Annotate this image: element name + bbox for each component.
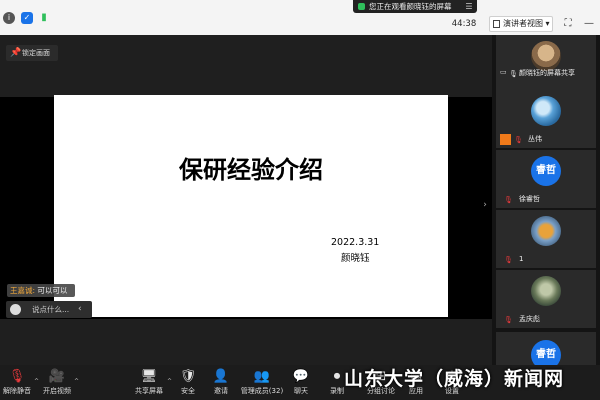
chat-button[interactable]: 💬 聊天 bbox=[292, 368, 310, 398]
slide-date: 2022.3.31 bbox=[331, 237, 380, 248]
chevron-up-icon[interactable]: ^ bbox=[167, 378, 172, 385]
avatar bbox=[531, 96, 561, 126]
chevron-down-icon: ▾ bbox=[545, 19, 550, 28]
participant-tile[interactable]: 🎙 孟庆彪 bbox=[496, 270, 596, 328]
share-screen-icon: 🖥 bbox=[140, 369, 158, 384]
add-user-icon: 👤 bbox=[212, 369, 230, 384]
participant-name: 🎙 颜晓钰的屏幕共享 bbox=[509, 69, 575, 78]
chat-icon: 💬 bbox=[292, 369, 310, 384]
participant-name: 🎙 丛伟 bbox=[500, 134, 542, 145]
collapse-panel-icon[interactable]: › bbox=[480, 200, 490, 214]
chevron-up-icon[interactable]: ^ bbox=[74, 378, 79, 385]
start-video-button[interactable]: 🎥 开启视频 bbox=[42, 368, 72, 398]
emoji-icon[interactable] bbox=[10, 304, 21, 315]
avatar bbox=[531, 276, 561, 306]
shield-icon[interactable]: ✓ bbox=[21, 12, 33, 24]
watermark: 山东大学（威海）新闻网 bbox=[344, 368, 565, 390]
minimize-icon[interactable]: — bbox=[582, 17, 596, 31]
unmute-button[interactable]: 🎙 解除静音 bbox=[2, 368, 32, 398]
slide-title: 保研经验介绍 bbox=[179, 156, 323, 184]
participant-tile[interactable]: ▭ 🎙 颜晓钰的屏幕共享 bbox=[496, 35, 596, 93]
avatar bbox=[531, 41, 561, 71]
mic-muted-icon: 🎙 bbox=[504, 256, 513, 264]
chat-bubble: 王嘉诚: 可以可以 bbox=[7, 284, 75, 297]
sharing-banner-text: 您正在观看颜晓钰的屏幕 bbox=[369, 2, 452, 11]
mic-muted-icon: 🎙 bbox=[8, 369, 26, 384]
shared-screen-area: 📌 锁定画面 保研经验介绍 2022.3.31 颜晓钰 › 王嘉诚: 可以可以 … bbox=[0, 35, 492, 365]
sharing-banner[interactable]: 您正在观看颜晓钰的屏幕 bbox=[353, 0, 477, 13]
info-icon[interactable]: i bbox=[3, 12, 15, 24]
meeting-timer: 44:38 bbox=[451, 19, 477, 29]
shield-icon: 🛡 bbox=[179, 369, 197, 384]
lock-view-label: 锁定画面 bbox=[22, 49, 50, 57]
participant-panel: ▭ 🎙 颜晓钰的屏幕共享 🎙 丛伟 睿哲 🎙 徐睿哲 🎙 1 🎙 孟庆彪 睿哲 bbox=[492, 35, 600, 370]
participant-name: 🎙 徐睿哲 bbox=[504, 195, 540, 204]
avatar bbox=[531, 216, 561, 246]
avatar: 睿哲 bbox=[531, 156, 561, 186]
chat-placeholder: 说点什么... bbox=[32, 305, 70, 314]
grid-icon bbox=[493, 20, 500, 28]
participant-name: 🎙 1 bbox=[504, 255, 524, 264]
mic-muted-icon: 🎙 bbox=[504, 316, 513, 324]
lock-view-button[interactable]: 📌 锁定画面 bbox=[6, 45, 58, 61]
slide-author: 颜晓钰 bbox=[341, 253, 370, 264]
members-icon: 👥 bbox=[253, 369, 271, 384]
raised-hand-icon bbox=[500, 134, 511, 145]
chat-message: 可以可以 bbox=[35, 286, 68, 295]
participant-tile[interactable]: 睿哲 🎙 徐睿哲 bbox=[496, 150, 596, 208]
manage-members-button[interactable]: 👥 管理成员(32) bbox=[240, 368, 284, 398]
fullscreen-icon[interactable]: ⛶ bbox=[561, 17, 575, 31]
participant-name: 🎙 孟庆彪 bbox=[504, 315, 540, 324]
chevron-up-icon[interactable]: ^ bbox=[34, 378, 39, 385]
participant-tile[interactable]: 睿哲 bbox=[496, 332, 596, 370]
mic-muted-icon: 🎙 bbox=[504, 196, 513, 204]
security-button[interactable]: 🛡 安全 bbox=[179, 368, 197, 398]
pin-icon: 📌 bbox=[10, 48, 22, 58]
speaker-view-button[interactable]: 演讲者视图 ▾ bbox=[489, 16, 553, 32]
menu-icon[interactable]: ☰ bbox=[462, 0, 476, 13]
share-screen-button[interactable]: 🖥 共享屏幕 bbox=[133, 368, 165, 398]
signal-icon[interactable]: ▮ bbox=[38, 12, 50, 24]
chevron-left-icon[interactable]: ‹ bbox=[78, 301, 82, 318]
presentation-slide: 保研经验介绍 2022.3.31 颜晓钰 bbox=[54, 95, 448, 317]
microphone-icon: 🎙 bbox=[509, 70, 518, 78]
speaker-view-label: 演讲者视图 bbox=[503, 19, 543, 28]
top-bar: i ✓ ▮ 您正在观看颜晓钰的屏幕 ☰ 44:38 演讲者视图 ▾ ⛶ — bbox=[0, 0, 600, 35]
invite-button[interactable]: 👤 邀请 bbox=[212, 368, 230, 398]
mic-muted-icon: 🎙 bbox=[514, 136, 523, 144]
chat-sender: 王嘉诚: bbox=[10, 286, 36, 295]
chat-input[interactable]: 说点什么... ‹ bbox=[6, 301, 92, 318]
participant-tile[interactable]: 🎙 1 bbox=[496, 210, 596, 268]
camera-off-icon: 🎥 bbox=[48, 369, 66, 384]
participant-tile[interactable]: 🎙 丛伟 bbox=[496, 90, 596, 148]
screen-share-icon bbox=[358, 3, 365, 10]
